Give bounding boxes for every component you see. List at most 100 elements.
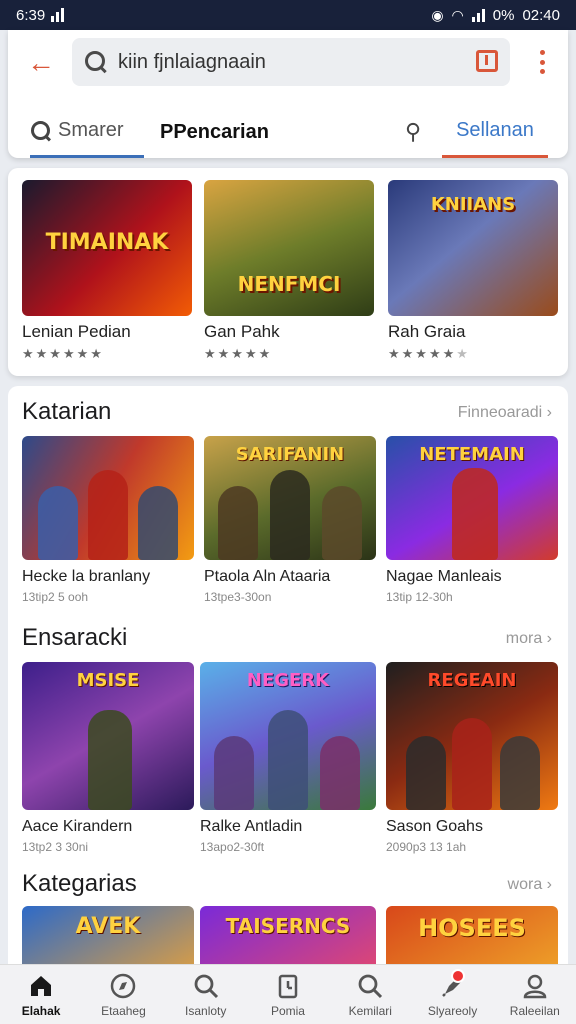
search-input[interactable]: [118, 50, 448, 74]
nav-item-explore[interactable]: Etaaheg: [82, 965, 164, 1024]
game-thumbnail: NEGERK: [200, 662, 376, 810]
header-card: ← Smarer PPencarian ⚲ Sellanan: [8, 30, 568, 158]
nav-label: Elahak: [21, 1003, 61, 1018]
clipboard-icon: [278, 974, 298, 998]
game-card[interactable]: NETEMAIN Nagae Manleais 13tip 12-30h: [386, 436, 558, 604]
game-card[interactable]: NEGERK Ralke Antladin 13apo2-30ft: [200, 662, 376, 854]
chat-icon[interactable]: [476, 50, 498, 72]
tab-pencarian[interactable]: PPencarian: [160, 106, 269, 158]
bottom-navigation: Elahak Etaaheg Isanloty Pomia Kemilari S…: [0, 964, 576, 1024]
nav-label: Isanloty: [185, 1003, 227, 1018]
nav-item-slyareoly[interactable]: Slyareoly: [411, 965, 493, 1024]
section-title: Kategarias: [22, 870, 137, 897]
game-title: Rah Graia: [388, 322, 466, 341]
game-meta: 13tip2 5 ooh: [22, 590, 89, 604]
game-title: Lenian Pedian: [22, 322, 131, 341]
section-title: Katarian: [22, 398, 112, 425]
game-title: Nagae Manleais: [386, 568, 502, 585]
search-icon: [84, 50, 108, 74]
nav-label: Slyareoly: [427, 1003, 478, 1018]
tab-sellanan-label: Sellanan: [456, 119, 534, 141]
game-title: Sason Goahs: [386, 818, 483, 835]
game-art-title: HOSEES: [418, 914, 526, 942]
nav-label: Raleeilan: [509, 1003, 560, 1018]
game-art-title: KNIIANS: [430, 194, 516, 215]
search-icon: [194, 974, 218, 998]
nav-label: Kemilari: [348, 1003, 392, 1018]
game-title: Hecke la branlany: [22, 568, 151, 585]
game-thumbnail: KNIIANS: [388, 180, 558, 316]
game-title: Gan Pahk: [204, 322, 280, 341]
game-thumbnail: SARIFANIN: [204, 436, 376, 560]
nav-item-home[interactable]: Elahak: [0, 965, 82, 1024]
mute-icon: ◉: [431, 6, 444, 23]
key-icon[interactable]: ⚲: [398, 106, 428, 158]
back-arrow-icon[interactable]: ←: [24, 46, 58, 80]
status-time: 6:39: [16, 6, 46, 24]
game-meta: 13tp2 3 30ni: [22, 840, 89, 854]
nav-label: Pomia: [270, 1003, 305, 1018]
section-title: Ensaracki: [22, 624, 128, 651]
profile-icon: [523, 974, 547, 998]
game-art-title: TIMAINAK: [45, 230, 169, 255]
signal-icon: [51, 8, 65, 22]
nav-item-pomia[interactable]: Pomia: [247, 965, 329, 1024]
game-meta: 2090p3 13 1ah: [386, 840, 467, 854]
nav-item-search[interactable]: Isanloty: [165, 965, 247, 1024]
game-meta: 13tpe3-30on: [204, 590, 272, 604]
rating-stars: ★★★★★★: [388, 346, 470, 361]
game-art-title: SARIFANIN: [235, 444, 345, 465]
featured-carousel: TIMAINAK Lenian Pedian ★★★★★★ NENFMCI Ga…: [8, 168, 568, 376]
featured-game-card[interactable]: NENFMCI Gan Pahk ★★★★★: [204, 180, 374, 362]
status-clock: 02:40: [522, 6, 560, 24]
game-thumbnail: [22, 436, 194, 560]
game-card[interactable]: MSISE Aace Kirandern 13tp2 3 30ni: [22, 662, 194, 854]
game-title: Ralke Antladin: [200, 818, 303, 835]
search-bar[interactable]: [72, 38, 510, 86]
section-more-link[interactable]: mora ›: [506, 630, 552, 648]
game-thumbnail: REGEAIN: [386, 662, 558, 810]
search-icon: [30, 120, 52, 142]
tab-search[interactable]: Smarer: [30, 106, 144, 158]
game-thumbnail: NETEMAIN: [386, 436, 558, 560]
featured-game-card[interactable]: TIMAINAK Lenian Pedian ★★★★★★: [22, 180, 192, 362]
more-menu-icon[interactable]: [540, 50, 546, 74]
nav-item-kemilari[interactable]: Kemilari: [329, 965, 411, 1024]
cell-signal-icon: [471, 8, 485, 22]
game-card[interactable]: Hecke la branlany 13tip2 5 ooh: [22, 436, 194, 604]
game-sections: Katarian Finneoaradi › Hecke la branlany…: [8, 386, 568, 986]
game-thumbnail: TIMAINAK: [22, 180, 192, 316]
game-art-title: NEGERK: [246, 670, 330, 691]
game-title: Aace Kirandern: [22, 818, 133, 835]
game-title: Ptaola Aln Ataaria: [204, 568, 331, 585]
game-meta: 13apo2-30ft: [200, 840, 265, 854]
game-art-title: REGEAIN: [427, 670, 517, 691]
game-thumbnail: NENFMCI: [204, 180, 374, 316]
featured-game-card[interactable]: KNIIANS Rah Graia ★★★★★★: [388, 180, 558, 362]
game-art-title: TAISERNCS: [225, 914, 351, 938]
nav-item-profile[interactable]: Raleeilan: [494, 965, 576, 1024]
tab-pencarian-label: PPencarian: [160, 120, 269, 143]
compass-icon: [111, 973, 136, 998]
status-bar: 6:39 ◉ ◠ 0% 02:40: [0, 0, 576, 30]
search-icon: [358, 974, 383, 998]
game-thumbnail: MSISE: [22, 662, 194, 810]
section-more-link[interactable]: Finneoaradi ›: [458, 404, 552, 422]
tab-sellanan[interactable]: Sellanan: [442, 106, 548, 158]
home-icon: [31, 975, 52, 996]
tab-bar: Smarer PPencarian ⚲ Sellanan: [8, 106, 568, 158]
game-art-title: NENFMCI: [237, 272, 341, 296]
game-art-title: AVEK: [75, 914, 141, 939]
tab-search-label: Smarer: [58, 119, 124, 141]
game-card[interactable]: SARIFANIN Ptaola Aln Ataaria 13tpe3-30on: [204, 436, 376, 604]
game-art-title: NETEMAIN: [419, 444, 525, 465]
nav-label: Etaaheg: [101, 1003, 146, 1018]
game-art-title: MSISE: [76, 670, 140, 691]
wifi-icon: ◠: [451, 6, 464, 23]
section-more-link[interactable]: wora ›: [508, 876, 552, 894]
rating-stars: ★★★★★: [204, 346, 273, 361]
game-meta: 13tip 12-30h: [386, 590, 453, 604]
battery-percent: 0%: [492, 6, 515, 24]
game-card[interactable]: REGEAIN Sason Goahs 2090p3 13 1ah: [386, 662, 558, 854]
rating-stars: ★★★★★★: [22, 346, 104, 361]
